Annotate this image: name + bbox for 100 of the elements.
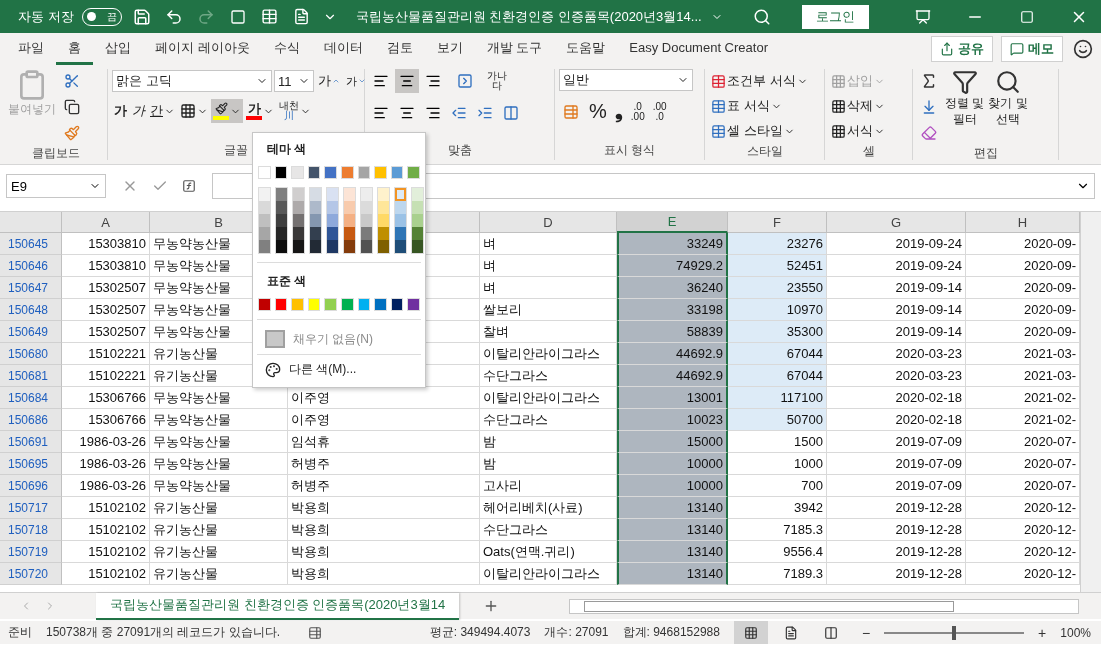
color-swatch[interactable] [310, 214, 321, 227]
row-header[interactable]: 150649 [0, 321, 62, 343]
color-swatch[interactable] [274, 166, 288, 179]
ribbon-tab[interactable]: 보기 [424, 33, 475, 65]
row-header[interactable]: 150645 [0, 233, 62, 255]
color-swatch[interactable] [293, 201, 304, 214]
color-swatch[interactable] [340, 298, 354, 311]
scrollbar-thumb[interactable] [584, 600, 955, 612]
column-header[interactable]: D [480, 212, 617, 233]
name-box[interactable]: E9 [6, 174, 106, 198]
color-swatch[interactable] [378, 201, 389, 214]
color-swatch[interactable] [327, 227, 338, 240]
color-swatch[interactable] [259, 214, 270, 227]
ribbon-tab[interactable]: 도움말 [554, 33, 618, 65]
color-swatch[interactable] [340, 166, 354, 179]
login-button[interactable]: 로그인 [802, 4, 869, 29]
color-swatch[interactable] [258, 166, 271, 179]
color-swatch[interactable] [291, 166, 304, 179]
color-swatch[interactable] [259, 201, 270, 214]
color-swatch[interactable] [412, 214, 423, 227]
row-header[interactable]: 150718 [0, 519, 62, 541]
color-swatch[interactable] [327, 240, 338, 253]
color-swatch[interactable] [310, 188, 321, 201]
row-header[interactable]: 150696 [0, 475, 62, 497]
color-swatch[interactable] [324, 298, 337, 311]
row-header[interactable]: 150686 [0, 409, 62, 431]
italic-button[interactable]: 가 [130, 99, 147, 123]
number-format-select[interactable]: 일반 [559, 69, 693, 91]
color-swatch[interactable] [276, 214, 287, 227]
comma-button[interactable]: ❟ [612, 99, 625, 124]
column-header[interactable]: E [617, 212, 728, 233]
style-button[interactable]: 셀 스타일 [709, 119, 810, 143]
font-face-select[interactable]: 맑은 고딕 [112, 70, 272, 92]
color-swatch[interactable] [361, 188, 372, 201]
zoom-in-button[interactable]: + [1038, 624, 1047, 641]
color-swatch[interactable] [307, 166, 321, 179]
font-color-button[interactable]: 가 [244, 99, 276, 123]
color-swatch[interactable] [390, 166, 404, 179]
color-swatch[interactable] [361, 227, 372, 240]
vertical-scrollbar[interactable] [1080, 212, 1101, 592]
row-header[interactable]: 150647 [0, 277, 62, 299]
color-swatch[interactable] [378, 227, 389, 240]
row-header[interactable]: 150680 [0, 343, 62, 365]
row-header[interactable]: 150646 [0, 255, 62, 277]
color-swatch[interactable] [276, 201, 287, 214]
memo-button[interactable]: 메모 [1001, 36, 1063, 62]
color-swatch[interactable] [357, 298, 371, 311]
row-header[interactable]: 150691 [0, 431, 62, 453]
color-swatch[interactable] [374, 166, 387, 179]
decrease-decimal-button[interactable]: .00 .0 [650, 99, 669, 124]
color-swatch[interactable] [378, 214, 389, 227]
cells-button[interactable]: 삭제 [829, 94, 887, 118]
color-swatch[interactable] [259, 240, 270, 253]
row-header[interactable]: 150719 [0, 541, 62, 563]
color-swatch[interactable] [412, 188, 423, 201]
color-swatch[interactable] [293, 227, 304, 240]
color-swatch[interactable] [390, 298, 404, 311]
color-swatch[interactable] [361, 214, 372, 227]
row-header[interactable]: 150720 [0, 563, 62, 585]
color-swatch[interactable] [276, 188, 287, 201]
color-swatch[interactable] [310, 240, 321, 253]
color-swatch[interactable] [259, 188, 270, 201]
color-swatch[interactable] [307, 298, 321, 311]
horizontal-scrollbar[interactable] [569, 598, 1079, 614]
sheet-tab[interactable]: 국립농산물품질관리원 친환경인증 인증품목(2020년3월14 [96, 592, 460, 620]
color-swatch[interactable] [412, 227, 423, 240]
underline-button[interactable]: 간 [148, 99, 177, 123]
increase-decimal-button[interactable]: .0 .00 [628, 99, 647, 124]
color-swatch[interactable] [293, 214, 304, 227]
color-swatch[interactable] [344, 227, 355, 240]
ribbon-tab[interactable]: 수식 [261, 33, 312, 65]
row-header[interactable]: 150681 [0, 365, 62, 387]
color-swatch[interactable] [259, 227, 270, 240]
color-swatch[interactable] [407, 298, 420, 311]
ribbon-tab[interactable]: 검토 [374, 33, 425, 65]
ribbon-tab[interactable]: 삽입 [93, 33, 143, 65]
ribbon-tab[interactable]: 개발 도구 [474, 33, 555, 65]
color-swatch[interactable] [293, 188, 304, 201]
column-header[interactable]: G [827, 212, 966, 233]
color-swatch[interactable] [378, 188, 389, 201]
column-header[interactable]: F [728, 212, 827, 233]
ribbon-tab[interactable]: 페이지 레이아웃 [143, 33, 262, 65]
color-swatch[interactable] [276, 240, 287, 253]
color-swatch[interactable] [374, 298, 387, 311]
select-all-corner[interactable] [0, 212, 62, 233]
color-swatch[interactable] [378, 240, 389, 253]
color-swatch[interactable] [310, 227, 321, 240]
find-select-button[interactable]: 찾기 및 선택 [988, 69, 1028, 145]
color-swatch[interactable] [395, 201, 406, 214]
color-swatch[interactable] [327, 214, 338, 227]
color-swatch[interactable] [361, 240, 372, 253]
color-swatch[interactable] [395, 188, 406, 201]
shrink-font-button[interactable]: 가 [344, 69, 368, 93]
color-swatch[interactable] [293, 240, 304, 253]
color-swatch[interactable] [274, 298, 288, 311]
color-swatch[interactable] [357, 166, 371, 179]
zoom-out-button[interactable]: − [861, 624, 871, 641]
smiley-icon[interactable] [1071, 37, 1095, 61]
cells-button[interactable]: 서식 [829, 119, 887, 143]
color-swatch[interactable] [407, 166, 420, 179]
